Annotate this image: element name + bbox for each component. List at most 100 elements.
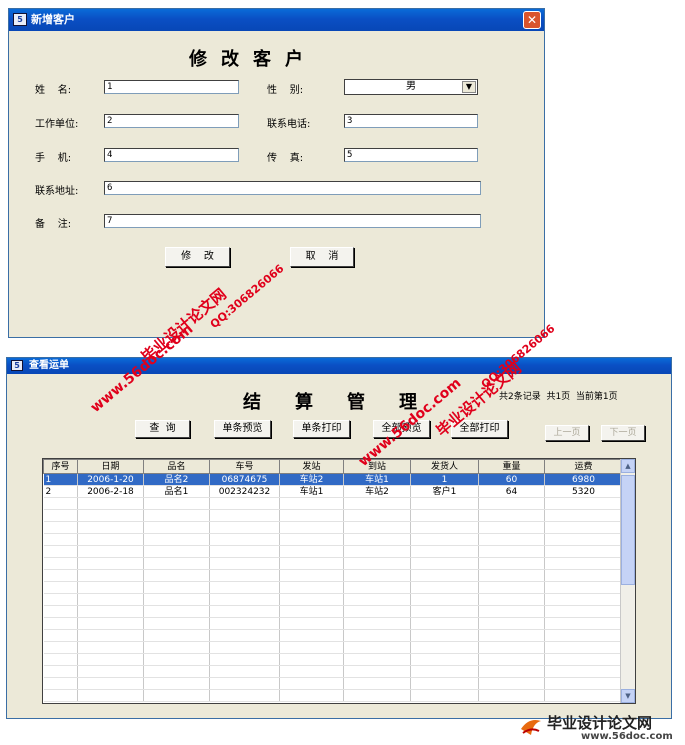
column-header[interactable]: 序号	[43, 459, 78, 474]
column-header[interactable]: 重量	[478, 459, 545, 474]
table-cell: 2006-2-18	[77, 485, 144, 498]
empty-cell	[77, 569, 144, 582]
empty-cell	[410, 689, 479, 702]
column-header[interactable]: 运费	[544, 459, 623, 474]
table-cell: 2006-1-20	[77, 473, 144, 486]
table-row[interactable]: 2 2006-2-18 品名1 002324232 车站1 车站2 客户1 64…	[43, 485, 623, 498]
mobile-field[interactable]: 4	[104, 148, 239, 162]
empty-cell	[77, 617, 144, 630]
table-header: 序号 日期 品名 车号 发站 到站 发货人 重量 运费	[43, 459, 623, 474]
cancel-button[interactable]: 取 消	[290, 247, 354, 267]
column-header[interactable]: 到站	[343, 459, 411, 474]
column-header[interactable]: 车号	[209, 459, 280, 474]
empty-cell	[209, 557, 280, 570]
next-page-button[interactable]: 下一页	[601, 425, 645, 441]
empty-cell	[279, 521, 344, 534]
empty-cell	[279, 557, 344, 570]
fax-field[interactable]: 5	[344, 148, 478, 162]
empty-cell	[410, 497, 479, 510]
query-button[interactable]: 查 询	[135, 420, 190, 438]
empty-cell	[478, 557, 545, 570]
dialog-title: 新增客户	[31, 13, 75, 26]
note-field[interactable]: 7	[104, 214, 481, 228]
empty-cell	[209, 545, 280, 558]
column-header[interactable]: 日期	[77, 459, 144, 474]
empty-cell	[544, 677, 623, 690]
empty-cell	[77, 533, 144, 546]
empty-cell	[343, 545, 411, 558]
empty-cell	[343, 641, 411, 654]
empty-cell	[544, 605, 623, 618]
company-field[interactable]: 2	[104, 114, 239, 128]
empty-cell	[544, 509, 623, 522]
empty-cell	[478, 545, 545, 558]
table-cell: 2	[43, 485, 78, 498]
empty-cell	[343, 581, 411, 594]
empty-cell	[410, 557, 479, 570]
dialog-titlebar[interactable]: 5 新增客户 ✕	[9, 9, 544, 31]
empty-cell	[410, 629, 479, 642]
empty-cell	[77, 629, 144, 642]
empty-row	[43, 533, 623, 546]
table-cell: 06874675	[209, 473, 280, 486]
name-field[interactable]: 1	[104, 80, 239, 94]
empty-cell	[478, 665, 545, 678]
gender-label: 性 别:	[267, 85, 304, 96]
empty-row	[43, 557, 623, 570]
empty-cell	[478, 569, 545, 582]
phone-field[interactable]: 3	[344, 114, 478, 128]
table-cell: 002324232	[209, 485, 280, 498]
empty-cell	[143, 509, 210, 522]
empty-cell	[279, 509, 344, 522]
empty-cell	[77, 593, 144, 606]
empty-cell	[43, 677, 78, 690]
empty-cell	[279, 641, 344, 654]
empty-cell	[478, 605, 545, 618]
name-label: 姓 名:	[35, 85, 72, 96]
waybill-titlebar[interactable]: 5 查看运单	[7, 358, 671, 374]
empty-row	[43, 497, 623, 510]
empty-cell	[279, 533, 344, 546]
empty-cell	[209, 509, 280, 522]
empty-cell	[410, 677, 479, 690]
empty-cell	[209, 605, 280, 618]
empty-cell	[209, 617, 280, 630]
empty-cell	[410, 581, 479, 594]
waybill-title: 查看运单	[29, 360, 69, 371]
empty-cell	[544, 569, 623, 582]
table-row[interactable]: 1 2006-1-20 品名2 06874675 车站2 车站1 1 60 69…	[43, 473, 623, 486]
empty-cell	[279, 677, 344, 690]
empty-cell	[43, 533, 78, 546]
column-header[interactable]: 发货人	[410, 459, 479, 474]
single-preview-button[interactable]: 单条预览	[214, 420, 271, 438]
empty-cell	[43, 653, 78, 666]
table-cell: 车站1	[279, 485, 344, 498]
empty-cell	[43, 689, 78, 702]
scroll-up-icon[interactable]: ▲	[621, 459, 635, 473]
prev-page-button[interactable]: 上一页	[545, 425, 589, 441]
vertical-scrollbar[interactable]: ▲ ▼	[620, 459, 635, 703]
note-label: 备 注:	[35, 219, 72, 230]
empty-cell	[143, 533, 210, 546]
modify-button[interactable]: 修 改	[165, 247, 230, 267]
company-label: 工作单位:	[35, 119, 79, 130]
empty-cell	[544, 545, 623, 558]
gender-select[interactable]: 男 ▼	[344, 79, 478, 95]
table-cell: 60	[478, 473, 545, 486]
scroll-down-icon[interactable]: ▼	[621, 689, 635, 703]
app-icon: 5	[13, 13, 27, 26]
waybill-grid[interactable]: 序号 日期 品名 车号 发站 到站 发货人 重量 运费 1 2006-1-20 …	[42, 458, 636, 704]
chevron-down-icon[interactable]: ▼	[462, 81, 476, 93]
empty-cell	[478, 641, 545, 654]
address-field[interactable]: 6	[104, 181, 481, 195]
scroll-thumb[interactable]	[621, 475, 635, 585]
empty-cell	[544, 641, 623, 654]
waybill-table: 序号 日期 品名 车号 发站 到站 发货人 重量 运费 1 2006-1-20 …	[43, 459, 623, 702]
customer-dialog: 5 新增客户 ✕ 修改客户 姓 名: 1 性 别: 男 ▼ 工作单位: 2 联系…	[8, 8, 545, 338]
single-print-button[interactable]: 单条打印	[293, 420, 350, 438]
close-button[interactable]: ✕	[523, 11, 541, 29]
empty-cell	[77, 605, 144, 618]
record-status: 共2条记录 共1页 当前第1页	[499, 392, 618, 402]
column-header[interactable]: 品名	[143, 459, 210, 474]
column-header[interactable]: 发站	[279, 459, 344, 474]
